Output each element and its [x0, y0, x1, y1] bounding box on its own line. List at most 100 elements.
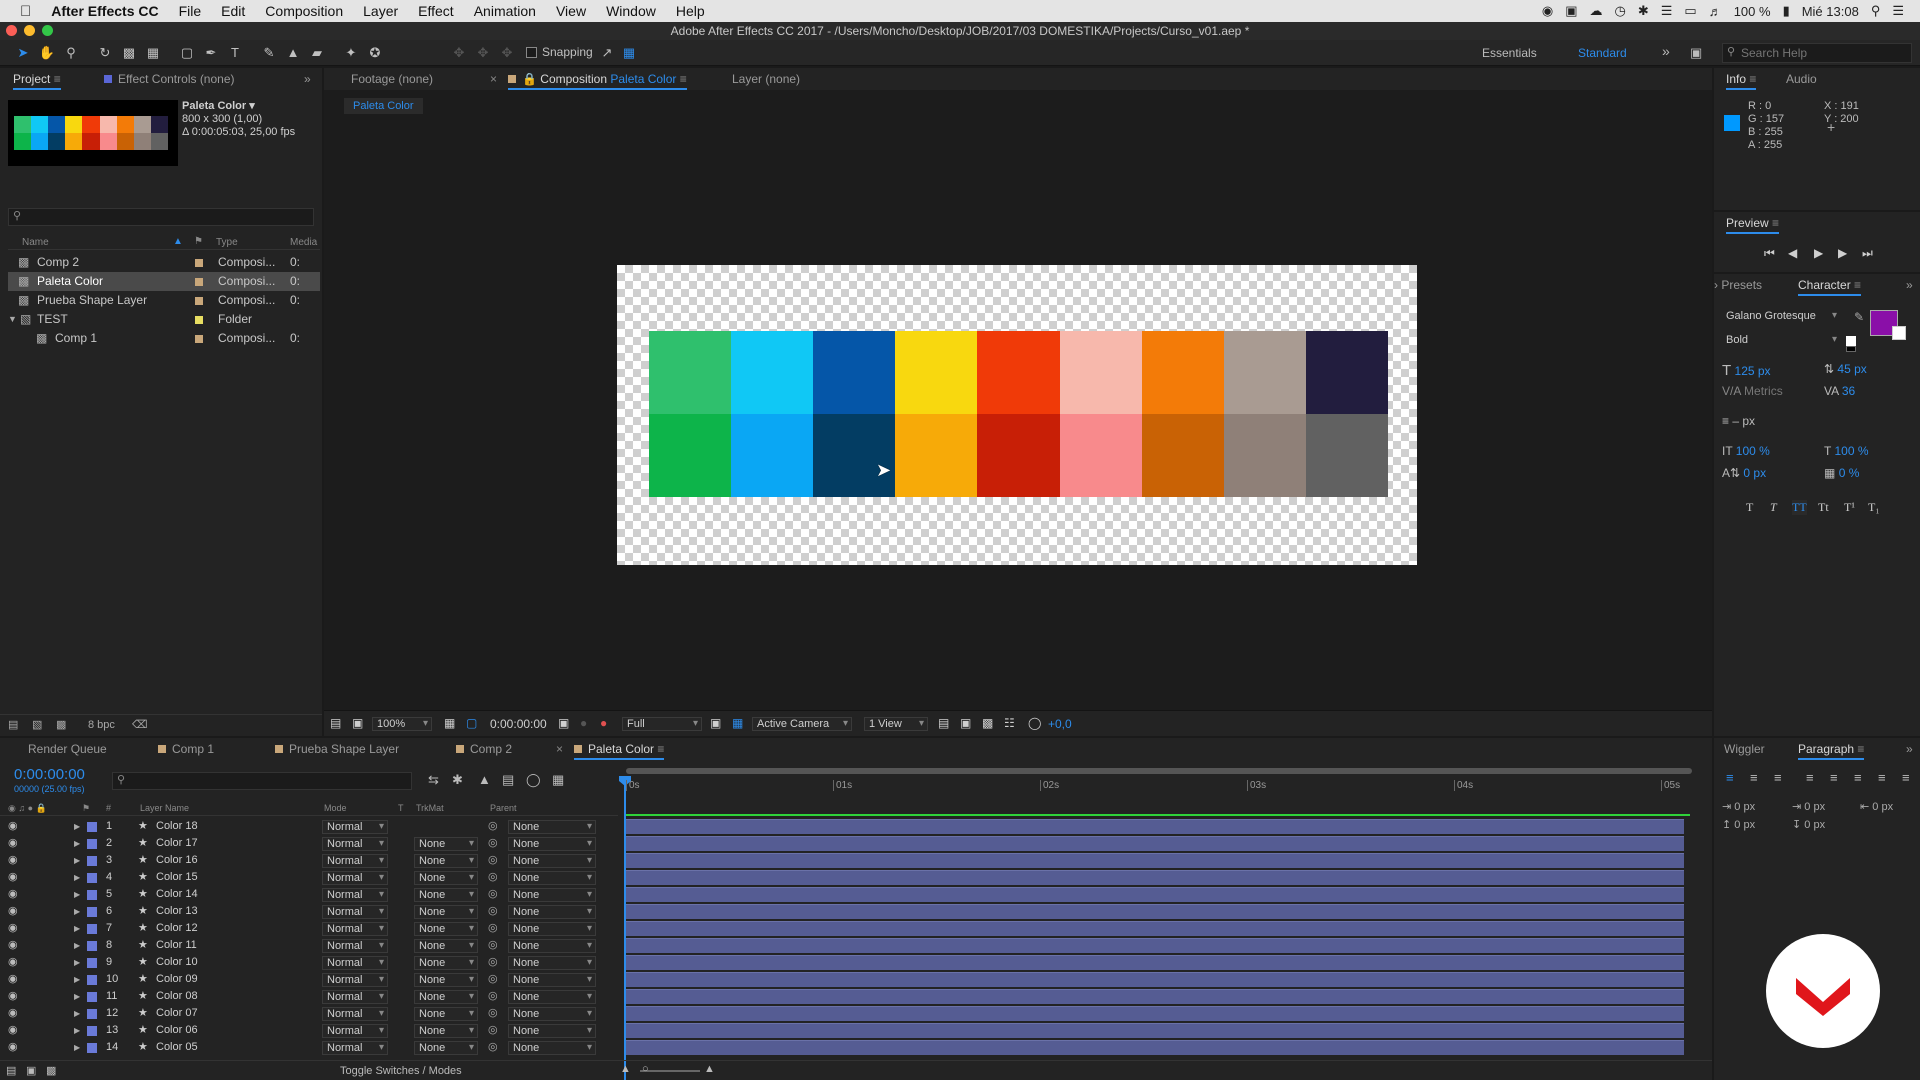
project-folder[interactable]: ▼ ▧ TEST Folder [8, 310, 320, 329]
pick-whip-icon[interactable]: ◎ [488, 903, 498, 920]
space-before-field[interactable]: ↥ 0 px [1722, 818, 1755, 831]
axis-view-icon[interactable]: ✥ [498, 44, 516, 62]
tab-project[interactable]: Project ≡ [13, 72, 61, 90]
column-t[interactable]: T [398, 803, 404, 813]
eye-icon[interactable]: ◉ [8, 954, 18, 971]
workspace-overflow-icon[interactable]: » [1662, 43, 1670, 59]
disclosure-triangle-icon[interactable]: ▶ [74, 835, 80, 852]
pick-whip-icon[interactable]: ◎ [488, 920, 498, 937]
parent-dropdown[interactable]: None [508, 1041, 596, 1055]
close-tab-icon[interactable]: × [556, 742, 563, 756]
last-frame-icon[interactable]: ⏭ [1862, 246, 1873, 261]
column-type[interactable]: Type [216, 237, 238, 248]
menu-effect[interactable]: Effect [418, 3, 454, 19]
disclosure-triangle-icon[interactable]: ▶ [74, 988, 80, 1005]
menu-edit[interactable]: Edit [221, 3, 245, 19]
interpret-footage-icon[interactable]: ▤ [8, 718, 18, 731]
pick-whip-icon[interactable]: ◎ [488, 988, 498, 1005]
layer-duration-bar[interactable] [626, 1040, 1684, 1055]
tab-character[interactable]: Character ≡ [1798, 278, 1862, 296]
transfer-controls-icon[interactable]: ▣ [26, 1064, 36, 1077]
blend-mode-dropdown[interactable]: Normal [322, 871, 388, 885]
track-matte-dropdown[interactable]: None [414, 939, 478, 953]
parent-dropdown[interactable]: None [508, 973, 596, 987]
wifi-icon[interactable]: ☰ [1661, 3, 1673, 19]
first-frame-icon[interactable]: ⏮ [1764, 246, 1775, 261]
layer-label-color[interactable] [87, 856, 97, 866]
layer-duration-bar[interactable] [626, 853, 1684, 868]
disclosure-triangle-icon[interactable]: ▶ [74, 937, 80, 954]
layer-name[interactable]: Color 12 [156, 920, 198, 937]
tracking-field[interactable]: VA 36 [1824, 384, 1855, 398]
pan-behind-tool-icon[interactable]: ▦ [144, 44, 162, 62]
faux-bold-icon[interactable]: T [1746, 500, 1753, 515]
layer-label-color[interactable] [87, 924, 97, 934]
timeline-timecode[interactable]: 0:00:00:00 [14, 766, 85, 783]
draft-3d-icon[interactable]: ✱ [452, 772, 463, 788]
zoom-window-button[interactable] [42, 25, 53, 36]
type-tool-icon[interactable]: T [226, 44, 244, 62]
snap-edges-icon[interactable]: ↗ [598, 44, 616, 62]
column-mode[interactable]: Mode [324, 803, 347, 813]
show-snapshot-icon[interactable]: ● [580, 716, 587, 730]
menu-window[interactable]: Window [606, 3, 656, 19]
white-swatch[interactable] [1846, 336, 1856, 346]
tab-paleta-color[interactable]: Paleta Color ≡ [574, 742, 665, 760]
zoom-slider-handle[interactable]: ○ [642, 1063, 649, 1075]
zoom-in-icon[interactable]: ▲ [704, 1063, 715, 1075]
toggle-pixel-aspect-icon[interactable]: ▤ [938, 716, 949, 730]
blend-mode-dropdown[interactable]: Normal [322, 888, 388, 902]
all-caps-icon[interactable]: TT [1792, 500, 1807, 515]
spotlight-icon[interactable]: ⚲ [1871, 3, 1881, 19]
workspace-essentials[interactable]: Essentials [1482, 46, 1537, 60]
tab-render-queue[interactable]: Render Queue [28, 742, 107, 756]
resolution-dropdown[interactable]: Full [622, 717, 702, 731]
frame-blending-icon[interactable]: ▤ [502, 772, 514, 788]
blend-mode-dropdown[interactable]: Normal [322, 973, 388, 987]
new-composition-icon[interactable]: ▩ [56, 718, 66, 731]
hide-shy-layers-icon[interactable]: ▲ [478, 772, 491, 787]
pick-whip-icon[interactable]: ◎ [488, 852, 498, 869]
blend-mode-dropdown[interactable]: Normal [322, 905, 388, 919]
rotate-tool-icon[interactable]: ↻ [96, 44, 114, 62]
column-trkmat[interactable]: TrkMat [416, 803, 444, 813]
tab-audio[interactable]: Audio [1786, 72, 1817, 86]
layer-name[interactable]: Color 11 [156, 937, 197, 954]
pick-whip-icon[interactable]: ◎ [488, 954, 498, 971]
horizontal-scale-field[interactable]: T 100 % [1824, 444, 1869, 458]
pick-whip-icon[interactable]: ◎ [488, 937, 498, 954]
blend-mode-dropdown[interactable]: Normal [322, 939, 388, 953]
menu-view[interactable]: View [556, 3, 586, 19]
time-machine-icon[interactable]: ◷ [1614, 3, 1625, 19]
eye-icon[interactable]: ◉ [8, 1022, 18, 1039]
layer-label-color[interactable] [87, 992, 97, 1002]
tab-composition[interactable]: 🔒 Composition Paleta Color ≡ [508, 72, 687, 90]
track-matte-dropdown[interactable]: None [414, 871, 478, 885]
tab-layer[interactable]: Layer (none) [732, 72, 800, 86]
eye-icon[interactable]: ◉ [8, 988, 18, 1005]
eye-icon[interactable]: ◉ [8, 937, 18, 954]
parent-dropdown[interactable]: None [508, 922, 596, 936]
layer-name[interactable]: Color 17 [156, 835, 198, 852]
track-matte-dropdown[interactable]: None [414, 922, 478, 936]
transparency-grid-icon[interactable]: ▦ [732, 716, 743, 730]
track-matte-dropdown[interactable]: None [414, 1041, 478, 1055]
layer-duration-bar[interactable] [626, 819, 1684, 834]
sync-settings-icon[interactable]: ▣ [1690, 45, 1702, 61]
font-family-dropdown[interactable]: Galano Grotesque [1722, 310, 1840, 324]
track-matte-dropdown[interactable]: None [414, 837, 478, 851]
pick-whip-icon[interactable]: ◎ [488, 835, 498, 852]
layer-name[interactable]: Color 16 [156, 852, 198, 869]
clock[interactable]: Mié 13:08 [1802, 4, 1859, 19]
camera-tool-icon[interactable]: ▩ [120, 44, 138, 62]
av-features-icon[interactable]: ◉ ♫ ● 🔒 [8, 803, 47, 814]
apple-icon[interactable]:  [20, 3, 31, 20]
track-matte-dropdown[interactable]: None [414, 905, 478, 919]
zoom-out-icon[interactable]: ▲ [620, 1063, 631, 1075]
menu-file[interactable]: File [179, 3, 202, 19]
track-matte-dropdown[interactable]: None [414, 888, 478, 902]
layer-row[interactable]: ◉ ▶ 3 ★ Color 16 Normal None ◎ None [0, 852, 618, 869]
disclosure-triangle-icon[interactable]: ▶ [74, 1005, 80, 1022]
layer-row[interactable]: ◉ ▶ 4 ★ Color 15 Normal None ◎ None [0, 869, 618, 886]
app-menu[interactable]: After Effects CC [51, 3, 158, 19]
